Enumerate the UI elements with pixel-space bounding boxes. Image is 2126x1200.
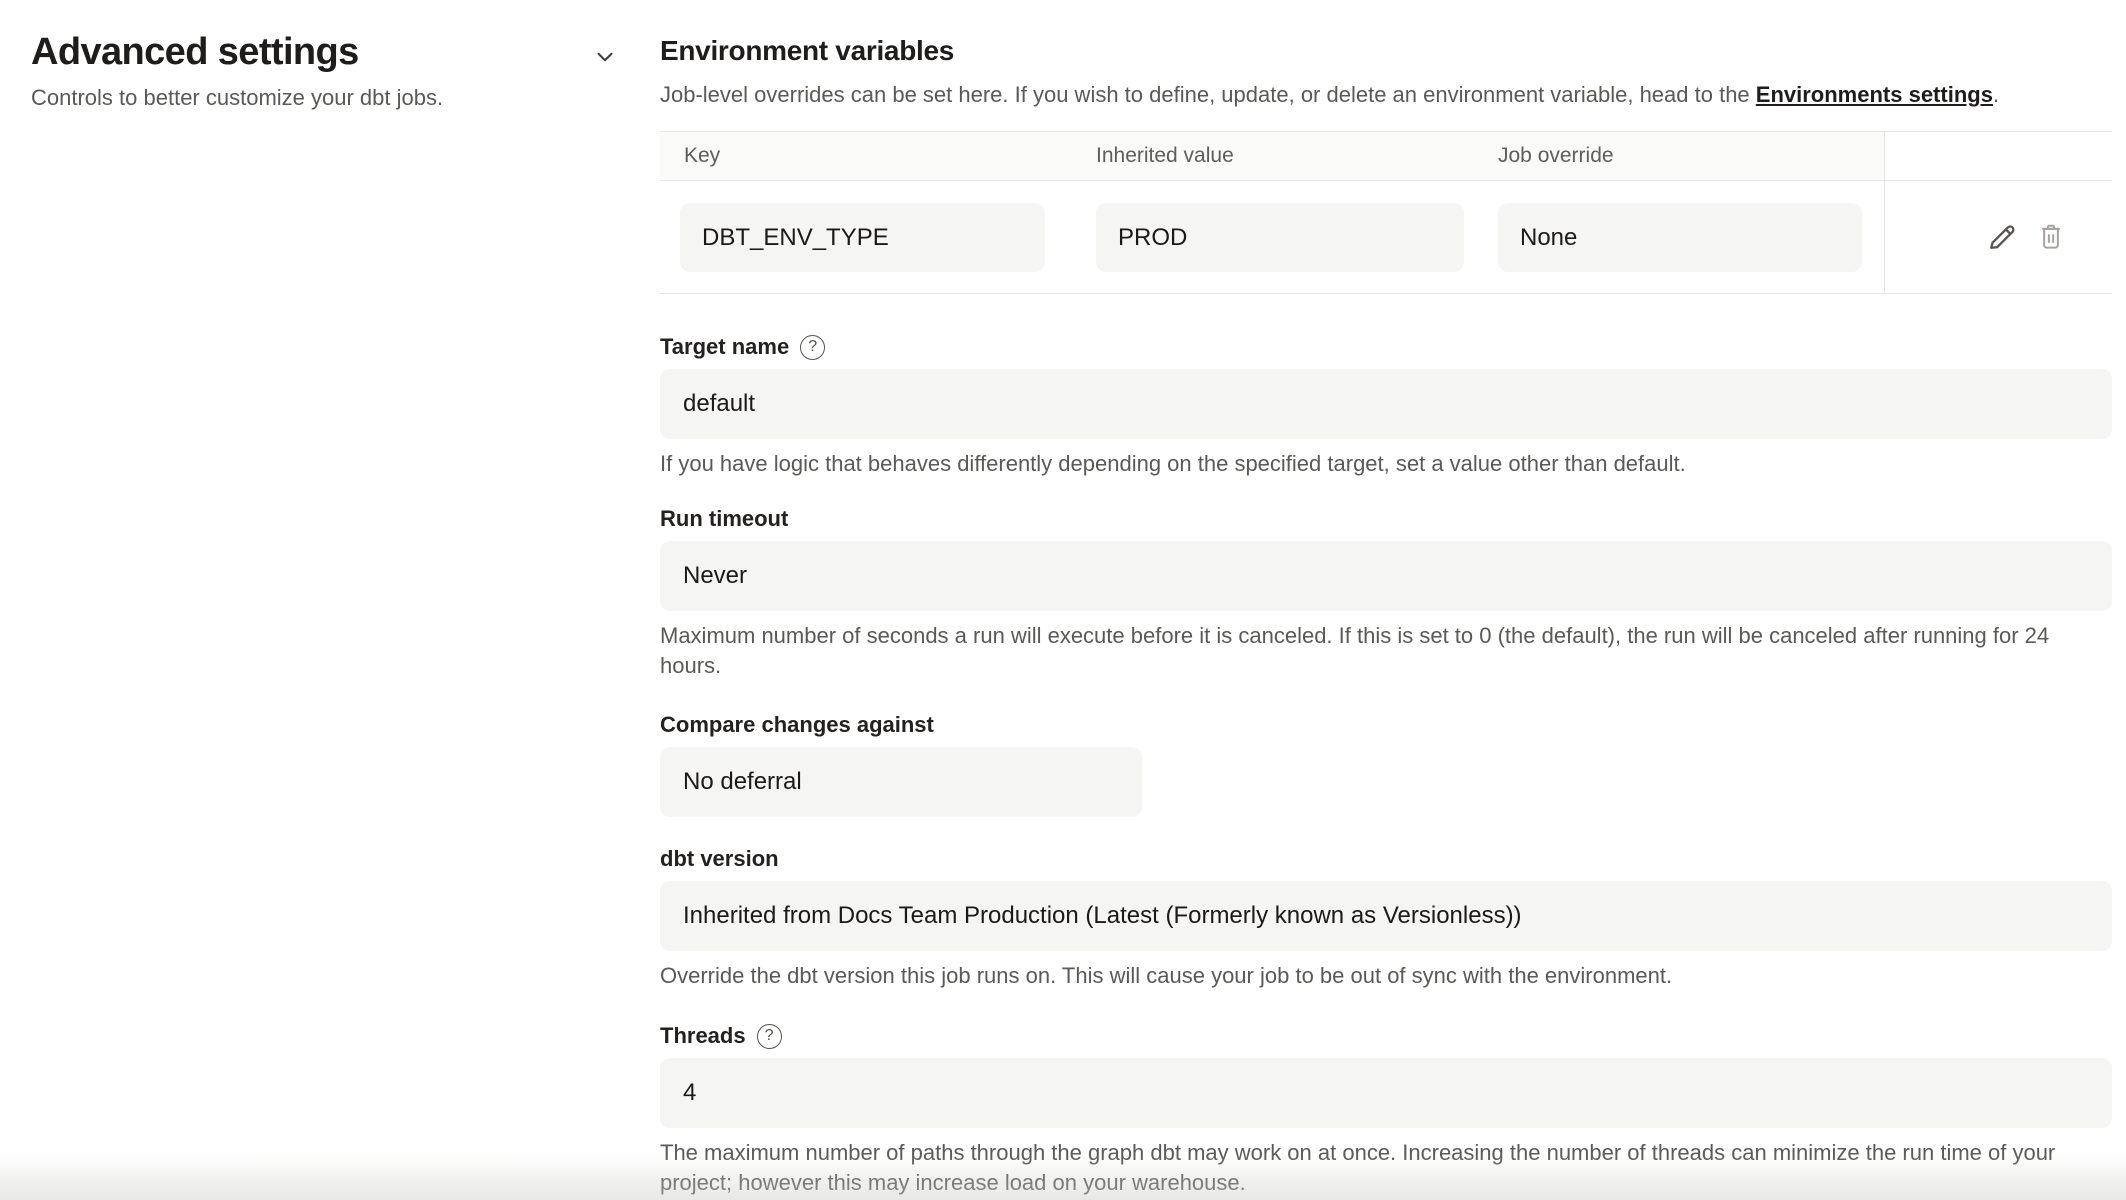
advanced-settings-content: Environment variables Job-level override… xyxy=(660,0,2126,1198)
threads-helper: The maximum number of paths through the … xyxy=(660,1138,2112,1198)
env-var-key-cell: DBT_ENV_TYPE xyxy=(680,203,1045,272)
env-vars-description-period: . xyxy=(1993,82,1999,107)
env-var-inherited-value-cell: PROD xyxy=(1096,203,1464,272)
column-header-job-override: Job override xyxy=(1498,132,1614,180)
run-timeout-helper: Maximum number of seconds a run will exe… xyxy=(660,621,2112,681)
environments-settings-link[interactable]: Environments settings xyxy=(1756,82,1993,107)
dbt-version-helper: Override the dbt version this job runs o… xyxy=(660,961,2112,991)
run-timeout-input[interactable] xyxy=(660,541,2112,611)
advanced-settings-page: Advanced settings Controls to better cus… xyxy=(0,0,2126,1198)
page-title: Advanced settings xyxy=(31,30,359,74)
threads-input[interactable] xyxy=(660,1058,2112,1128)
help-icon[interactable]: ? xyxy=(757,1024,782,1049)
field-threads: Threads ? The maximum number of paths th… xyxy=(660,1023,2112,1198)
pencil-icon xyxy=(1984,243,2020,258)
field-dbt-version: dbt version Override the dbt version thi… xyxy=(660,846,2112,991)
section-summary-column: Advanced settings Controls to better cus… xyxy=(0,0,660,1198)
chevron-down-icon xyxy=(592,58,618,73)
trash-icon xyxy=(2036,240,2066,255)
dbt-version-label: dbt version xyxy=(660,846,779,872)
target-name-helper: If you have logic that behaves different… xyxy=(660,449,2112,479)
run-timeout-label: Run timeout xyxy=(660,506,788,532)
field-compare-changes: Compare changes against xyxy=(660,712,2112,817)
env-var-job-override-cell: None xyxy=(1498,203,1862,272)
env-vars-heading: Environment variables xyxy=(660,34,2112,68)
run-timeout-label-row: Run timeout xyxy=(660,506,2112,532)
env-vars-table: Key Inherited value Job override DBT_ENV… xyxy=(660,131,2112,294)
compare-changes-label-row: Compare changes against xyxy=(660,712,2112,738)
table-header-background xyxy=(660,132,1884,180)
field-target-name: Target name ? If you have logic that beh… xyxy=(660,334,2112,479)
dbt-version-label-row: dbt version xyxy=(660,846,2112,872)
help-icon[interactable]: ? xyxy=(800,335,825,360)
env-vars-description-text: Job-level overrides can be set here. If … xyxy=(660,82,1756,107)
threads-label: Threads xyxy=(660,1023,746,1049)
dbt-version-input[interactable] xyxy=(660,881,2112,951)
compare-changes-input[interactable] xyxy=(660,747,1142,817)
target-name-input[interactable] xyxy=(660,369,2112,439)
collapse-section-button[interactable] xyxy=(592,44,618,70)
column-header-key: Key xyxy=(684,132,720,180)
edit-env-var-button[interactable] xyxy=(1984,219,2020,255)
target-name-label-row: Target name ? xyxy=(660,334,2112,360)
target-name-label: Target name xyxy=(660,334,789,360)
page-subtitle: Controls to better customize your dbt jo… xyxy=(31,84,618,112)
section-summary-header: Advanced settings xyxy=(31,30,618,74)
table-actions-divider xyxy=(1884,132,1885,293)
field-run-timeout: Run timeout Maximum number of seconds a … xyxy=(660,506,2112,681)
threads-label-row: Threads ? xyxy=(660,1023,2112,1049)
column-header-inherited-value: Inherited value xyxy=(1096,132,1234,180)
table-header-divider xyxy=(660,180,2112,181)
env-vars-description: Job-level overrides can be set here. If … xyxy=(660,81,2112,109)
compare-changes-label: Compare changes against xyxy=(660,712,934,738)
delete-env-var-button[interactable] xyxy=(2036,222,2066,252)
